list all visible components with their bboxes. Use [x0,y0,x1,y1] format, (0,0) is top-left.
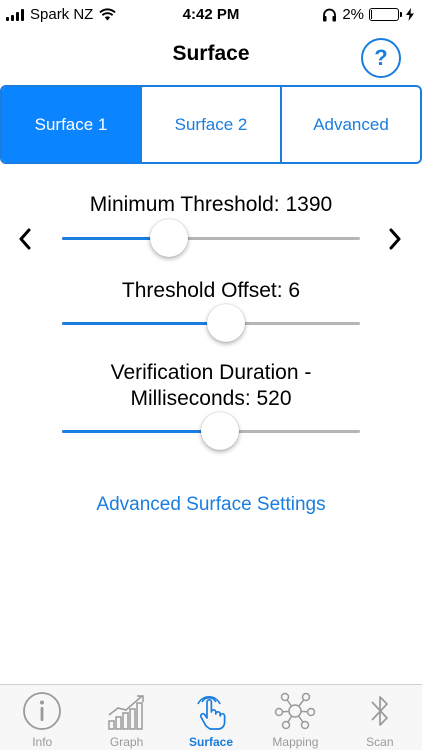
tab-surface-label: Surface [189,735,234,749]
bluetooth-icon [371,696,388,726]
mapping-icon [275,692,316,730]
verification-duration-label: Verification Duration - Milliseconds: 52… [0,360,422,412]
touch-icon [197,696,226,730]
slider-thumb[interactable] [150,219,189,257]
status-right: 2% [322,6,414,23]
page-title: Surface [172,42,250,65]
slider-thumb[interactable] [206,304,245,342]
headphones-icon [323,8,337,21]
minimum-threshold-label: Minimum Threshold: 1390 [89,193,333,216]
help-button[interactable]: ? [361,38,401,78]
verification-duration-label-line2: Milliseconds: 520 [130,387,292,410]
previous-button[interactable] [10,222,40,256]
tab-scan[interactable]: Scan [338,685,422,750]
slider-fill [62,322,226,325]
tab-info-label: Info [32,735,53,749]
next-button[interactable] [380,222,410,256]
segment-advanced[interactable]: Advanced [280,87,420,162]
verification-duration-slider[interactable] [62,412,360,450]
graph-icon [107,695,144,730]
help-icon: ? [374,45,388,70]
battery-level [371,10,372,19]
verification-duration-label-line1: Verification Duration - [110,361,312,384]
battery-percent: 2% [342,6,364,23]
tab-surface[interactable]: Surface [169,685,253,750]
chevron-right-icon [389,228,401,250]
status-bar: Spark NZ 4:42 PM 2% [0,0,422,30]
tab-scan-label: Scan [366,735,394,749]
slider-thumb[interactable] [200,412,239,450]
threshold-offset-slider[interactable] [62,304,360,342]
tab-mapping[interactable]: Mapping [253,685,337,750]
threshold-offset-label: Threshold Offset: 6 [121,279,301,302]
battery-icon [369,8,402,21]
tab-bar: Info Graph Surface Mapping Scan [0,684,422,750]
info-icon [23,692,62,730]
slider-fill [62,430,220,433]
charging-icon [406,8,414,21]
surface-segmented-control: Surface 1 Surface 2 Advanced [0,85,422,164]
segment-surface-2[interactable]: Surface 2 [140,87,280,162]
tab-mapping-label: Mapping [272,735,319,749]
advanced-surface-settings-link[interactable]: Advanced Surface Settings [0,494,422,516]
tab-info[interactable]: Info [0,685,84,750]
tab-graph-label: Graph [109,735,144,749]
chevron-left-icon [19,228,31,250]
segment-surface-1[interactable]: Surface 1 [2,87,140,162]
tab-graph[interactable]: Graph [84,685,168,750]
minimum-threshold-slider[interactable] [62,219,360,257]
navigation-bar: Surface ? [0,30,422,84]
